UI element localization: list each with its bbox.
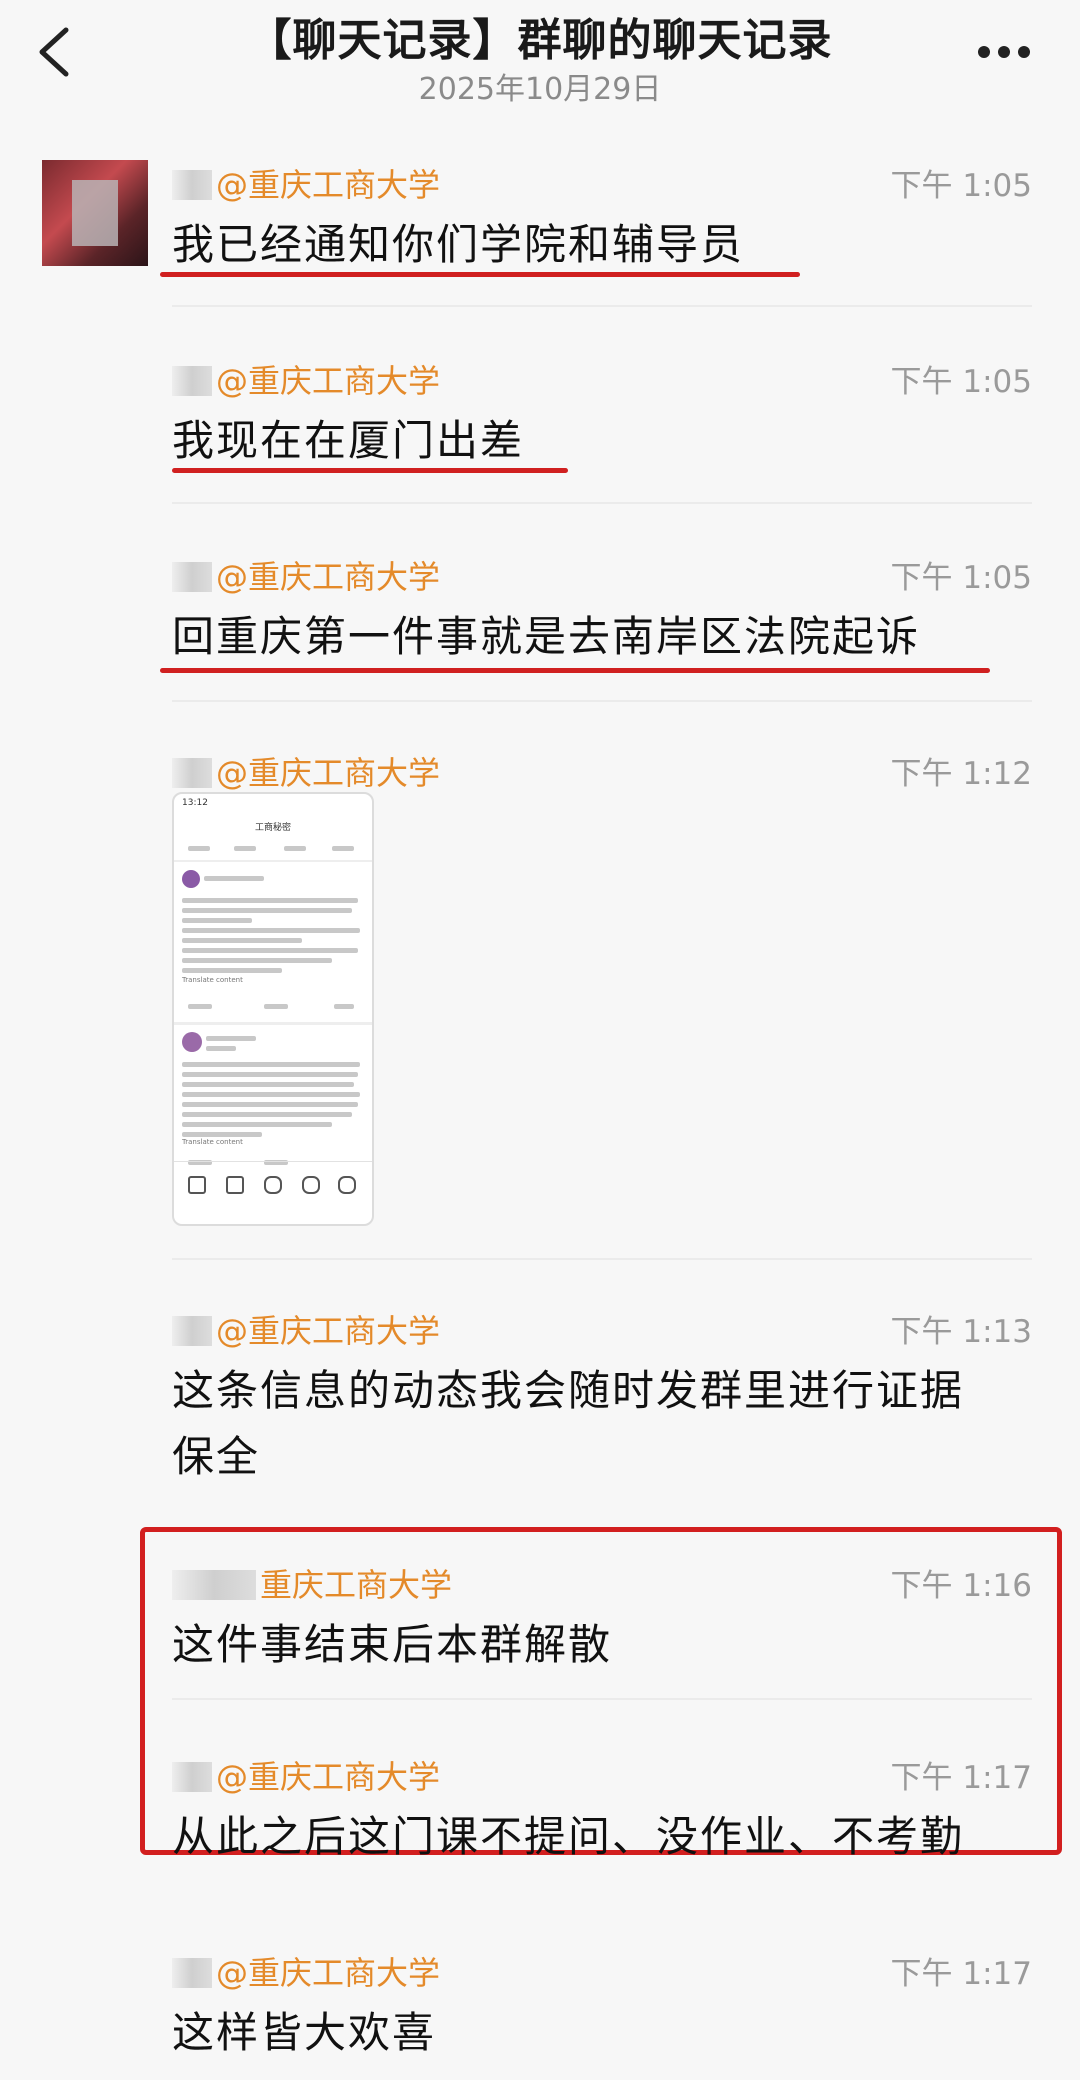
- divider: [172, 1698, 1032, 1700]
- message-time: 下午 1:17: [890, 1760, 1032, 1796]
- message-text: 我已经通知你们学院和辅导员: [172, 220, 745, 269]
- screenshot-time: 13:12: [182, 798, 208, 808]
- translate-label: Translate content: [182, 976, 243, 984]
- sender-name: @重庆工商大学: [172, 1948, 440, 1994]
- chat-date: 2025年10月29日: [418, 72, 662, 107]
- message-time: 下午 1:12: [890, 756, 1032, 792]
- message-time: 下午 1:05: [890, 560, 1032, 596]
- avatar[interactable]: [42, 160, 148, 266]
- message-time: 下午 1:05: [890, 168, 1032, 204]
- highlight-underline: [172, 468, 568, 473]
- message-text: 这条信息的动态我会随时发群里进行证据保全: [172, 1366, 965, 1481]
- chat-header: 【聊天记录】群聊的聊天记录 2025年10月29日: [0, 0, 1080, 140]
- sender-name: @重庆工商大学: [172, 1752, 440, 1798]
- divider: [172, 502, 1032, 504]
- highlight-underline: [160, 668, 990, 673]
- translate-label: Translate content: [182, 1138, 243, 1146]
- message-text: 从此之后这门课不提问、没作业、不考勤: [172, 1812, 965, 1861]
- message-text: 我现在在厦门出差: [172, 416, 525, 465]
- message-time: 下午 1:17: [890, 1956, 1032, 1992]
- message-time: 下午 1:16: [890, 1568, 1032, 1604]
- sender-name: @重庆工商大学: [172, 552, 440, 598]
- screenshot-title: 工商秘密: [254, 823, 291, 833]
- sender-name: @重庆工商大学: [172, 1306, 440, 1352]
- sender-name: 重庆工商大学: [172, 1560, 452, 1606]
- message-time: 下午 1:13: [890, 1314, 1032, 1350]
- message-text: 回重庆第一件事就是去南岸区法院起诉: [172, 612, 921, 661]
- page-title: 【聊天记录】群聊的聊天记录: [247, 15, 833, 66]
- divider: [172, 1258, 1032, 1260]
- sender-name: @重庆工商大学: [172, 160, 440, 206]
- more-icon[interactable]: [976, 44, 1032, 60]
- message-time: 下午 1:05: [890, 364, 1032, 400]
- divider: [172, 305, 1032, 307]
- sender-name: @重庆工商大学: [172, 356, 440, 402]
- highlight-underline: [160, 272, 800, 277]
- sender-name: @重庆工商大学: [172, 748, 440, 794]
- divider: [172, 700, 1032, 702]
- message-text: 这样皆大欢喜: [172, 2008, 437, 2057]
- message-text: 这件事结束后本群解散: [172, 1620, 613, 1669]
- image-attachment[interactable]: 13:12 工商秘密 Translate content Translate c…: [172, 792, 374, 1226]
